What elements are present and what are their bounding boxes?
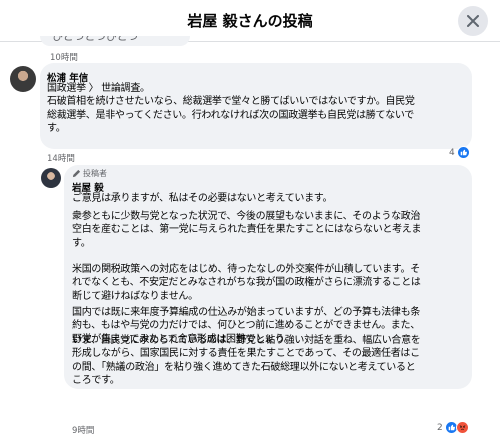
comment-reactions[interactable]: 4 <box>449 146 470 159</box>
reply-line: の間、「熟議の政治」を粘り強く進めてきた石破総理以外にないと考えていると <box>72 361 416 373</box>
reply-line: 国内では既に来年度予算編成の仕込みが始まっていますが、どの予算も法律も条 <box>72 307 421 318</box>
reply-line: す。 <box>72 237 91 249</box>
reply-paragraph: 米国の関税政策への対応をはじめ、待ったなしの外交案件が山積しています。そ れでな… <box>72 263 421 303</box>
reply-time[interactable]: 9時間 <box>72 424 94 436</box>
comment-line: 国政選挙 〉 世論調査。 <box>47 83 150 94</box>
reply-paragraph: 衆参ともに少数与党となった状況で、今後の展望もないままに、そのような政治 空白を… <box>72 210 422 250</box>
reply-line: 空白を産むことは、第一党に与えられた責任を果たすことにはならないと考えま <box>72 224 422 236</box>
reply-line: いま、自民党に求められているのは、野党と粘り強い対話を重ね、幅広い合意を <box>72 335 421 346</box>
reply-line: ころです。 <box>72 375 120 387</box>
close-icon <box>467 15 479 27</box>
previous-comment-time[interactable]: 10時間 <box>50 51 78 63</box>
author-badge-label: 投稿者 <box>83 169 107 178</box>
reply-reactions[interactable]: 2 <box>437 421 469 434</box>
comment-text: 国政選挙 〉 世論調査。 石破首相を続けさせたいなら、総裁選挙で堂々と勝てばいい… <box>47 82 415 136</box>
reply-line: 約も、もはや与党の力だけでは、何ひとつ前に進めることができません。また、 <box>72 320 420 332</box>
reply-line: ご意見は承りますが、私はその必要はないと考えています。 <box>72 193 333 204</box>
reply-paragraph: いま、自民党に求められているのは、野党と粘り強い対話を重ね、幅広い合意を 形成し… <box>72 334 421 388</box>
reply-paragraph: ご意見は承りますが、私はその必要はないと考えています。 <box>72 192 333 205</box>
dialog-title: 岩屋 毅さんの投稿 <box>187 12 313 30</box>
reply-line: 形成しながら、国家国民に対する責任を果たすことであって、その最適任者はこ <box>72 348 420 360</box>
reply-line: 衆参ともに少数与党となった状況で、今後の展望もないままに、そのような政治 <box>72 211 421 222</box>
avatar[interactable] <box>41 168 61 188</box>
close-button[interactable] <box>458 6 488 36</box>
avatar[interactable] <box>10 66 36 92</box>
comment-line: 総裁選挙、是非やってください。行われなければ次の国政選挙も自民党は勝てないで <box>47 109 414 121</box>
previous-comment-text: ひとつとつひとつ <box>52 36 139 43</box>
comment-line: 石破首相を続けさせたいなら、総裁選挙で堂々と勝てばいいではないですか。自民党 <box>47 96 415 108</box>
reaction-count: 4 <box>449 147 455 158</box>
reply-line: 断じて避けねばなりません。 <box>72 290 198 302</box>
pencil-icon <box>72 169 81 178</box>
angry-icon <box>455 421 469 434</box>
like-icon <box>456 146 470 159</box>
comment-line: す。 <box>47 123 66 135</box>
comment-time[interactable]: 14時間 <box>47 152 75 164</box>
author-badge: 投稿者 <box>72 168 107 179</box>
reaction-count: 2 <box>437 422 443 433</box>
previous-comment-bubble: ひとつとつひとつ <box>40 36 190 46</box>
reply-line: 米国の関税政策への対応をはじめ、待ったなしの外交案件が山積しています。そ <box>72 264 420 275</box>
reply-line: れでなくとも、不安定だとみなされがちな我が国の政権がさらに漂流することは <box>72 277 421 289</box>
